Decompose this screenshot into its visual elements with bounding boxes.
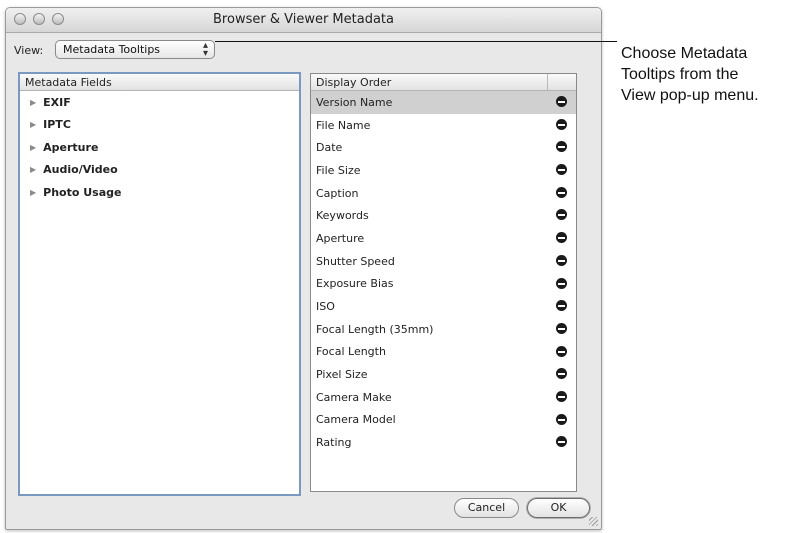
remove-minus-icon[interactable] — [556, 232, 567, 244]
disclosure-triangle-icon[interactable]: ▶ — [30, 143, 36, 152]
display-order-row[interactable]: Camera Make — [311, 386, 576, 409]
display-order-label: File Name — [316, 118, 371, 132]
remove-minus-icon[interactable] — [556, 277, 567, 289]
display-order-label: Shutter Speed — [316, 254, 395, 268]
display-order-row[interactable]: File Size — [311, 159, 576, 182]
display-order-row[interactable]: Pixel Size — [311, 363, 576, 386]
display-order-label: File Size — [316, 163, 361, 177]
display-order-row[interactable]: ISO — [311, 295, 576, 318]
metadata-field-row[interactable]: ▶ EXIF — [20, 91, 299, 114]
ok-button[interactable]: OK — [527, 498, 590, 518]
metadata-field-label: Audio/Video — [43, 163, 118, 177]
column-separator — [547, 74, 548, 90]
metadata-field-label: IPTC — [43, 118, 71, 132]
display-order-row[interactable]: File Name — [311, 114, 576, 137]
view-label: View: — [14, 44, 44, 57]
display-order-label: Rating — [316, 436, 352, 450]
callout-text: Choose Metadata Tooltips from the View p… — [621, 43, 759, 106]
metadata-field-label: Aperture — [43, 140, 99, 154]
remove-minus-icon[interactable] — [556, 254, 567, 266]
display-order-header: Display Order — [311, 74, 576, 91]
display-order-row[interactable]: Aperture — [311, 227, 576, 250]
display-order-list[interactable]: Display Order Version Name File Name Date F… — [310, 73, 577, 492]
metadata-field-row[interactable]: ▶ Audio/Video — [20, 159, 299, 182]
remove-minus-icon[interactable] — [556, 96, 567, 107]
remove-minus-icon[interactable] — [556, 141, 567, 153]
metadata-fields-header: Metadata Fields — [20, 74, 299, 91]
view-popup-value: Metadata Tooltips — [63, 43, 161, 56]
display-order-label: Pixel Size — [316, 368, 368, 382]
display-order-row[interactable]: Focal Length (35mm) — [311, 318, 576, 341]
remove-minus-icon[interactable] — [556, 186, 567, 198]
titlebar: Browser & Viewer Metadata — [6, 8, 601, 33]
view-popup-menu[interactable]: Metadata Tooltips ▴ ▾ — [55, 40, 215, 59]
display-order-label: Aperture — [316, 231, 365, 245]
callout-leader-line — [215, 41, 617, 42]
remove-minus-icon[interactable] — [556, 118, 567, 130]
metadata-field-label: EXIF — [43, 95, 71, 109]
metadata-fields-list[interactable]: Metadata Fields ▶ EXIF ▶ IPTC ▶ Aperture ▶ Audi… — [18, 72, 301, 496]
remove-minus-icon[interactable] — [556, 164, 567, 176]
display-order-row[interactable]: Keywords — [311, 204, 576, 227]
disclosure-triangle-icon[interactable]: ▶ — [30, 188, 36, 197]
display-order-row[interactable]: Version Name — [311, 91, 576, 114]
metadata-field-row[interactable]: ▶ Aperture — [20, 136, 299, 159]
display-order-row[interactable]: Date — [311, 136, 576, 159]
remove-minus-icon[interactable] — [556, 209, 567, 221]
display-order-label: Camera Make — [316, 390, 392, 404]
remove-minus-icon[interactable] — [556, 345, 567, 357]
remove-minus-icon[interactable] — [556, 436, 567, 448]
remove-minus-icon[interactable] — [556, 390, 567, 402]
callout-line-3: View pop-up menu. — [621, 87, 759, 104]
remove-minus-icon[interactable] — [556, 322, 567, 334]
display-order-label: Exposure Bias — [316, 277, 394, 291]
display-order-row[interactable]: Rating — [311, 431, 576, 454]
disclosure-triangle-icon[interactable]: ▶ — [30, 120, 36, 129]
callout-line-1: Choose Metadata — [621, 45, 748, 62]
resize-grip-icon[interactable] — [589, 517, 598, 526]
remove-minus-icon[interactable] — [556, 300, 567, 312]
metadata-window: Browser & Viewer Metadata View: Metadata… — [5, 7, 602, 530]
disclosure-triangle-icon[interactable]: ▶ — [30, 98, 36, 107]
callout-line-2: Tooltips from the — [621, 66, 739, 83]
popup-arrows-icon: ▴ ▾ — [202, 40, 208, 59]
display-order-label: Focal Length (35mm) — [316, 322, 434, 336]
display-order-row[interactable]: Shutter Speed — [311, 250, 576, 273]
remove-minus-icon[interactable] — [556, 413, 567, 425]
metadata-field-label: Photo Usage — [43, 185, 122, 199]
window-title: Browser & Viewer Metadata — [213, 12, 394, 27]
display-order-label: Focal Length — [316, 345, 386, 359]
display-order-label: Version Name — [316, 95, 393, 109]
display-order-label: Camera Model — [316, 413, 396, 427]
display-order-label: Keywords — [316, 209, 369, 223]
metadata-field-row[interactable]: ▶ Photo Usage — [20, 181, 299, 204]
display-order-label: Caption — [316, 186, 359, 200]
metadata-field-row[interactable]: ▶ IPTC — [20, 114, 299, 137]
display-order-row[interactable]: Focal Length — [311, 341, 576, 364]
remove-minus-icon[interactable] — [556, 368, 567, 380]
display-order-row[interactable]: Camera Model — [311, 409, 576, 432]
cancel-button[interactable]: Cancel — [454, 498, 519, 518]
display-order-label: Date — [316, 141, 343, 155]
display-order-label: ISO — [316, 300, 335, 314]
display-order-row[interactable]: Exposure Bias — [311, 273, 576, 296]
display-order-row[interactable]: Caption — [311, 182, 576, 205]
disclosure-triangle-icon[interactable]: ▶ — [30, 165, 36, 174]
display-order-header-label: Display Order — [316, 76, 392, 89]
